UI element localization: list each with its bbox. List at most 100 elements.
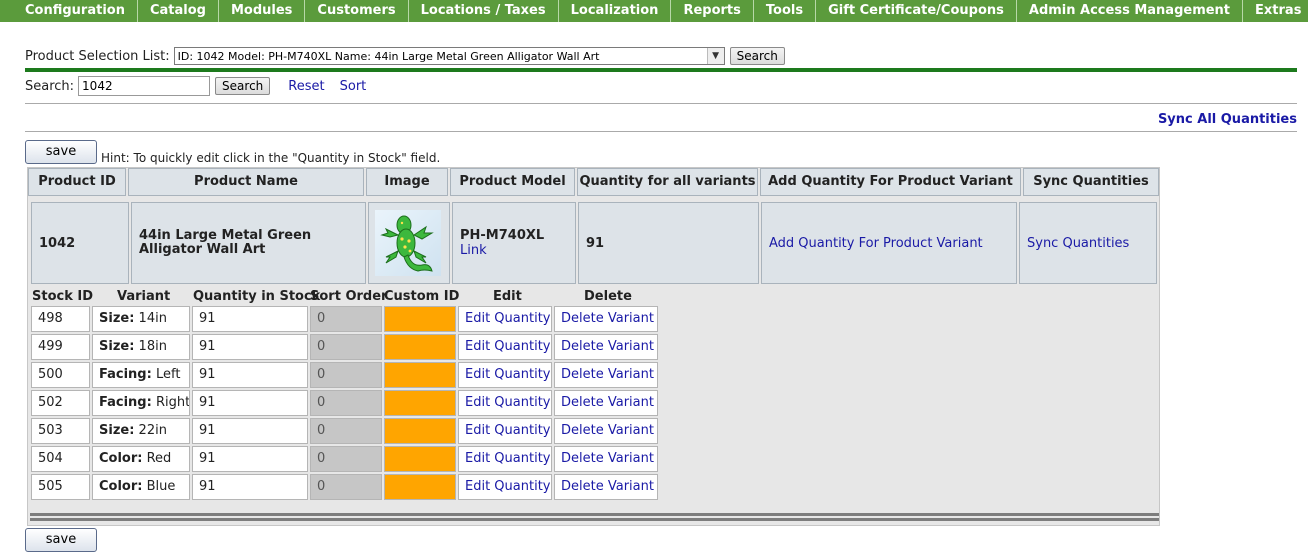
nav-reports[interactable]: Reports — [671, 0, 754, 22]
product-selection-select[interactable]: ID: 1042 Model: PH-M740XL Name: 44in Lar… — [173, 47, 725, 65]
divider — [25, 103, 1297, 104]
variant-attribute-value: Right — [155, 395, 190, 410]
variant-sort-order-input[interactable]: 0 — [310, 362, 382, 388]
nav-localization[interactable]: Localization — [559, 0, 672, 22]
delete-variant-link[interactable]: Delete Variant — [554, 446, 658, 472]
save-button[interactable]: save — [25, 140, 97, 164]
subheader-edit: Edit — [493, 289, 522, 304]
green-alligator-image[interactable] — [375, 210, 441, 276]
edit-quantity-link[interactable]: Edit Quantity — [458, 362, 552, 388]
variant-quantity-input[interactable]: 91 — [192, 306, 308, 332]
delete-variant-link[interactable]: Delete Variant — [554, 362, 658, 388]
header-quantity-all-variants: Quantity for all variants — [577, 168, 758, 196]
delete-variant-link[interactable]: Delete Variant — [554, 306, 658, 332]
add-quantity-link[interactable]: Add Quantity For Product Variant — [769, 236, 983, 251]
delete-variant-link[interactable]: Delete Variant — [554, 418, 658, 444]
product-selection-value: ID: 1042 Model: PH-M740XL Name: 44in Lar… — [177, 49, 600, 63]
nav-configuration[interactable]: Configuration — [12, 0, 138, 22]
product-name: 44in Large Metal Green Alligator Wall Ar… — [139, 228, 312, 257]
nav-locations-taxes[interactable]: Locations / Taxes — [409, 0, 559, 22]
nav-tools[interactable]: Tools — [754, 0, 817, 22]
sync-quantities-link[interactable]: Sync Quantities — [1027, 236, 1129, 251]
variant-custom-id-input[interactable] — [384, 474, 456, 500]
reset-link[interactable]: Reset — [288, 79, 324, 94]
divider — [25, 68, 1297, 72]
variant-quantity-input[interactable]: 91 — [192, 446, 308, 472]
variant-stock-id: 505 — [31, 474, 90, 500]
product-selection-search-button[interactable]: Search — [729, 47, 785, 65]
edit-quantity-link[interactable]: Edit Quantity — [458, 334, 552, 360]
nav-extras[interactable]: Extras — [1243, 0, 1308, 22]
header-sync-quantities: Sync Quantities — [1023, 168, 1159, 196]
variant-stock-id: 500 — [31, 362, 90, 388]
edit-quantity-link[interactable]: Edit Quantity — [458, 306, 552, 332]
sync-all-quantities-link[interactable]: Sync All Quantities — [1158, 112, 1297, 127]
sync-quantities-cell: Sync Quantities — [1019, 202, 1157, 284]
variant-quantity-input[interactable]: 91 — [192, 418, 308, 444]
variant-name: Facing: Left — [92, 362, 190, 388]
delete-variant-link[interactable]: Delete Variant — [554, 390, 658, 416]
nav-customers[interactable]: Customers — [305, 0, 409, 22]
product-model: PH-M740XL — [460, 228, 545, 243]
nav-gift-certificate-coupons[interactable]: Gift Certificate/Coupons — [816, 0, 1017, 22]
product-model-cell: PH-M740XL Link — [452, 202, 576, 284]
variant-quantity-input[interactable]: 91 — [192, 390, 308, 416]
search-button[interactable]: Search — [215, 77, 271, 95]
variant-attribute-value: Left — [155, 367, 181, 382]
subheader-sort-order: Sort Order — [310, 289, 388, 304]
edit-quantity-link[interactable]: Edit Quantity — [458, 446, 552, 472]
variant-name: Size: 14in — [92, 306, 190, 332]
variant-stock-id: 503 — [31, 418, 90, 444]
variant-quantity-input[interactable]: 91 — [192, 334, 308, 360]
search-input[interactable] — [78, 76, 211, 96]
edit-quantity-link[interactable]: Edit Quantity — [458, 390, 552, 416]
product-id: 1042 — [39, 235, 76, 251]
variant-sort-order-input[interactable]: 0 — [310, 446, 382, 472]
variant-stock-id: 499 — [31, 334, 90, 360]
variant-attribute-value: Red — [146, 451, 172, 466]
variant-sort-order-input[interactable]: 0 — [310, 474, 382, 500]
product-model-link[interactable]: Link — [460, 243, 487, 258]
variant-attribute-label: Size: — [99, 311, 135, 326]
delete-variant-link[interactable]: Delete Variant — [554, 334, 658, 360]
subheader-stock-id: Stock ID — [32, 289, 94, 304]
sort-link[interactable]: Sort — [340, 79, 367, 94]
variant-custom-id-input[interactable] — [384, 334, 456, 360]
variant-custom-id-input[interactable] — [384, 446, 456, 472]
subheader-custom-id: Custom ID — [384, 289, 460, 304]
variant-attribute-label: Size: — [99, 423, 135, 438]
variant-sort-order-input[interactable]: 0 — [310, 334, 382, 360]
table-bottom-bar — [30, 513, 1159, 516]
chevron-down-icon[interactable]: ▼ — [706, 48, 724, 64]
nav-catalog[interactable]: Catalog — [138, 0, 219, 22]
delete-variant-link[interactable]: Delete Variant — [554, 474, 658, 500]
variant-attribute-label: Size: — [99, 339, 135, 354]
variant-sort-order-input[interactable]: 0 — [310, 306, 382, 332]
variant-custom-id-input[interactable] — [384, 390, 456, 416]
alligator-image-svg — [380, 215, 434, 272]
save-button-bottom[interactable]: save — [25, 528, 97, 552]
product-name-cell: 44in Large Metal Green Alligator Wall Ar… — [131, 202, 366, 284]
variant-sort-order-input[interactable]: 0 — [310, 390, 382, 416]
table-bottom-bar — [30, 518, 1159, 521]
top-nav: Configuration Catalog Modules Customers … — [0, 0, 1308, 22]
subheader-delete: Delete — [584, 289, 632, 304]
variant-name: Facing: Right — [92, 390, 190, 416]
variant-quantity-input[interactable]: 91 — [192, 474, 308, 500]
header-product-id: Product ID — [28, 168, 126, 196]
product-quantity: 91 — [586, 235, 605, 251]
variant-quantity-input[interactable]: 91 — [192, 362, 308, 388]
edit-quantity-link[interactable]: Edit Quantity — [458, 418, 552, 444]
header-product-name: Product Name — [128, 168, 364, 196]
variant-custom-id-input[interactable] — [384, 418, 456, 444]
variant-sort-order-input[interactable]: 0 — [310, 418, 382, 444]
product-id-cell: 1042 — [31, 202, 129, 284]
hint-text: Hint: To quickly edit click in the "Quan… — [101, 151, 441, 165]
variant-custom-id-input[interactable] — [384, 306, 456, 332]
nav-modules[interactable]: Modules — [219, 0, 306, 22]
edit-quantity-link[interactable]: Edit Quantity — [458, 474, 552, 500]
variant-custom-id-input[interactable] — [384, 362, 456, 388]
variant-stock-id: 504 — [31, 446, 90, 472]
nav-admin-access-management[interactable]: Admin Access Management — [1017, 0, 1244, 22]
product-selection-label: Product Selection List: — [25, 48, 170, 64]
